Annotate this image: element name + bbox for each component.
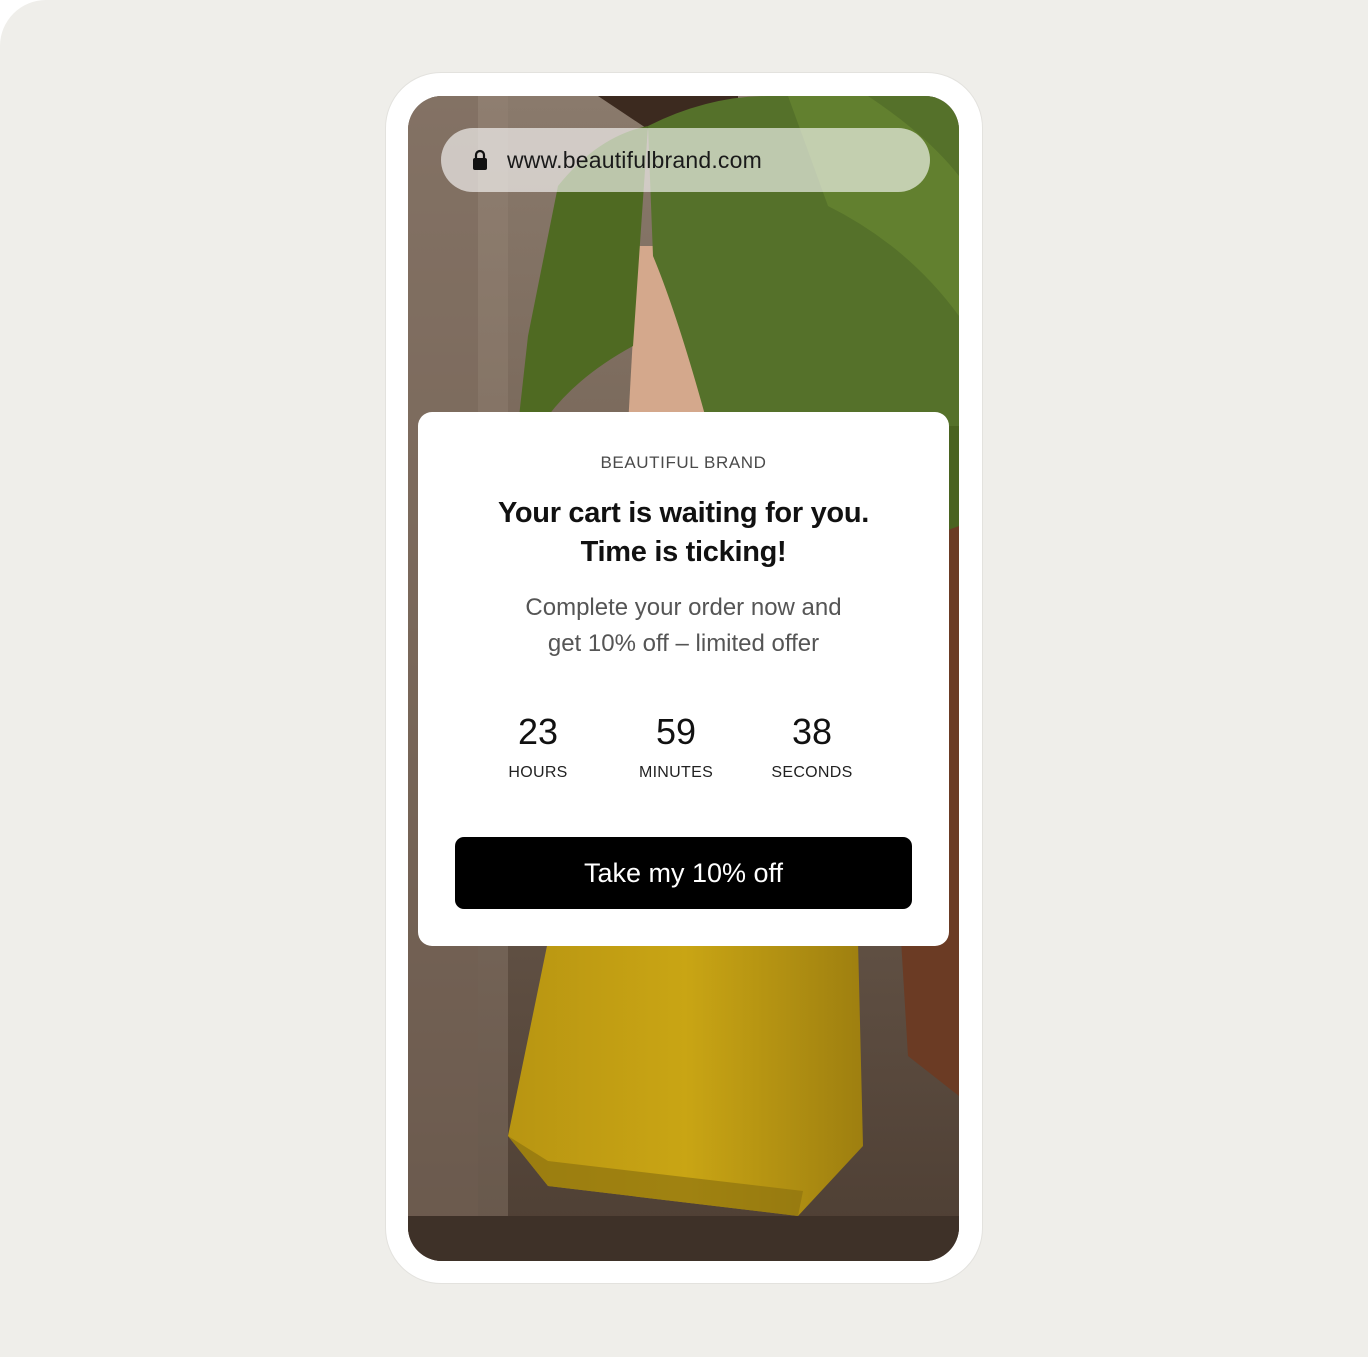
countdown-seconds: 38 SECONDS — [742, 710, 882, 782]
brand-name: BEAUTIFUL BRAND — [600, 453, 767, 472]
address-bar[interactable]: www.beautifulbrand.com — [441, 128, 930, 192]
popup-headline: Your cart is waiting for you. Time is ti… — [418, 494, 949, 572]
hours-label: HOURS — [508, 764, 568, 781]
minutes-label: MINUTES — [638, 764, 714, 781]
minutes-value: 59 — [655, 711, 697, 752]
hours-value: 23 — [517, 711, 559, 752]
lock-icon — [473, 149, 487, 170]
subtext-line-2: get 10% off – limited offer — [547, 630, 820, 657]
headline-line-2: Time is ticking! — [580, 536, 787, 568]
countdown-minutes: 59 MINUTES — [606, 710, 746, 782]
countdown-timer: 23 HOURS 59 MINUTES 38 SECONDS — [418, 710, 949, 800]
subtext-line-1: Complete your order now and — [525, 594, 842, 621]
popup-subtext: Complete your order now and get 10% off … — [418, 590, 949, 662]
take-discount-button[interactable]: Take my 10% off — [455, 837, 912, 909]
seconds-label: SECONDS — [771, 764, 853, 781]
seconds-value: 38 — [791, 711, 833, 752]
url-text: www.beautifulbrand.com — [507, 146, 762, 173]
headline-line-1: Your cart is waiting for you. — [497, 497, 870, 529]
countdown-hours: 23 HOURS — [468, 710, 608, 782]
cart-reminder-popup: BEAUTIFUL BRAND Your cart is waiting for… — [418, 412, 949, 946]
